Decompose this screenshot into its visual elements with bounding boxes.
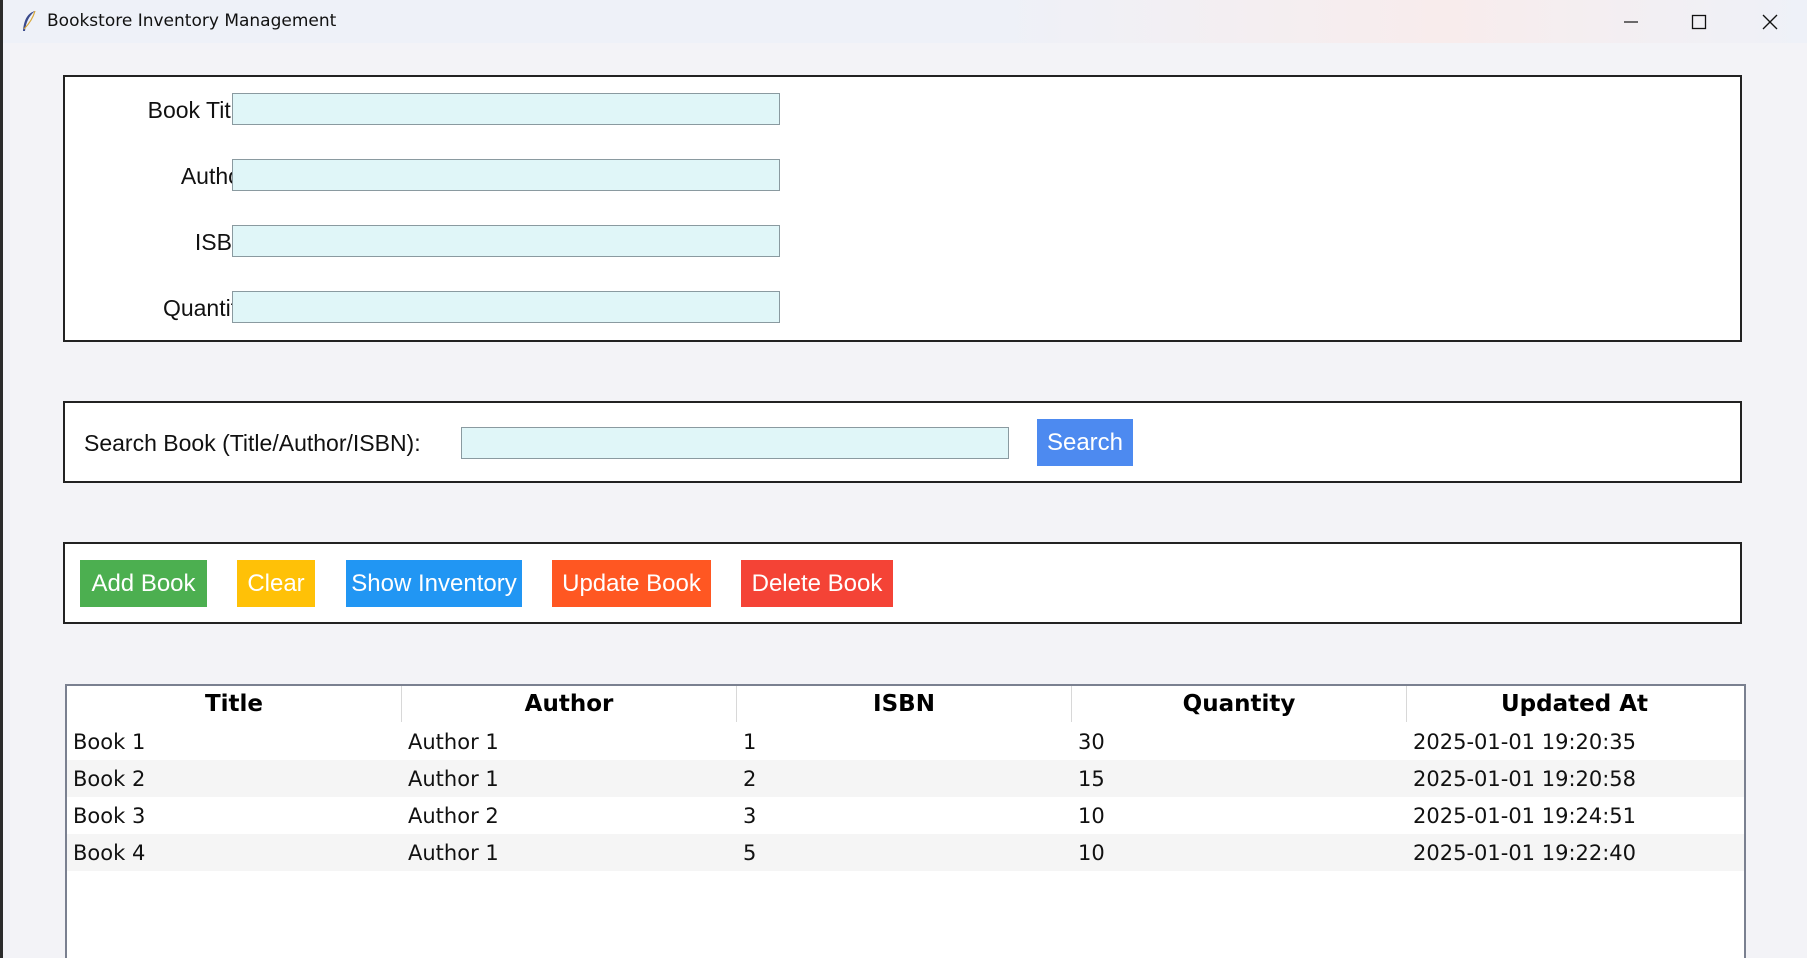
table-row[interactable]: Book 2 Author 1 2 15 2025-01-01 19:20:58 [67,760,1744,797]
column-header-title[interactable]: Title [67,686,402,722]
window-title: Bookstore Inventory Management [47,11,337,31]
cell-isbn: 5 [743,840,757,865]
search-input[interactable] [461,427,1009,459]
minimize-icon [1624,20,1638,23]
add-book-button[interactable]: Add Book [80,560,207,607]
cell-quantity: 30 [1078,729,1105,754]
cell-title: Book 2 [73,766,146,791]
cell-author: Author 2 [408,803,499,828]
table-row[interactable]: Book 3 Author 2 3 10 2025-01-01 19:24:51 [67,797,1744,834]
cell-updated-at: 2025-01-01 19:20:58 [1413,766,1637,791]
app-window: Bookstore Inventory Management Book Titl… [3,0,1807,958]
cell-quantity: 15 [1078,766,1105,791]
cell-author: Author 1 [408,766,499,791]
table-row[interactable]: Book 4 Author 1 5 10 2025-01-01 19:22:40 [67,834,1744,871]
isbn-input[interactable] [232,225,780,257]
book-form-frame: Book Title: Author: ISBN: Quantity: [63,75,1742,342]
search-label: Search Book (Title/Author/ISBN): [84,430,421,456]
cell-title: Book 4 [73,840,146,865]
column-header-isbn[interactable]: ISBN [737,686,1072,722]
author-input[interactable] [232,159,780,191]
column-header-author[interactable]: Author [402,686,737,722]
minimize-button[interactable] [1597,0,1665,43]
close-icon [1762,14,1778,29]
cell-title: Book 3 [73,803,146,828]
close-button[interactable] [1736,0,1804,43]
cell-title: Book 1 [73,729,146,754]
cell-author: Author 1 [408,840,499,865]
cell-quantity: 10 [1078,840,1105,865]
maximize-button[interactable] [1665,0,1733,43]
actions-frame: Add Book Clear Show Inventory Update Boo… [63,542,1742,624]
table-header: Title Author ISBN Quantity Updated At [67,686,1744,722]
title-input[interactable] [232,93,780,125]
maximize-icon [1691,14,1707,29]
cell-updated-at: 2025-01-01 19:20:35 [1413,729,1637,754]
cell-updated-at: 2025-01-01 19:24:51 [1413,803,1637,828]
feather-icon [23,10,36,31]
column-header-quantity[interactable]: Quantity [1072,686,1407,722]
quantity-input[interactable] [232,291,780,323]
column-header-updated-at[interactable]: Updated At [1407,686,1742,722]
cell-isbn: 3 [743,803,757,828]
search-frame: Search Book (Title/Author/ISBN): Search [63,401,1742,483]
show-inventory-button[interactable]: Show Inventory [346,560,522,607]
cell-isbn: 1 [743,729,757,754]
cell-updated-at: 2025-01-01 19:22:40 [1413,840,1637,865]
delete-book-button[interactable]: Delete Book [741,560,893,607]
table-row[interactable]: Book 1 Author 1 1 30 2025-01-01 19:20:35 [67,723,1744,760]
cell-author: Author 1 [408,729,499,754]
cell-quantity: 10 [1078,803,1105,828]
clear-button[interactable]: Clear [237,560,315,607]
search-button[interactable]: Search [1037,419,1133,466]
inventory-table: Title Author ISBN Quantity Updated At Bo… [65,684,1746,958]
title-bar: Bookstore Inventory Management [3,0,1807,43]
update-book-button[interactable]: Update Book [552,560,711,607]
cell-isbn: 2 [743,766,757,791]
